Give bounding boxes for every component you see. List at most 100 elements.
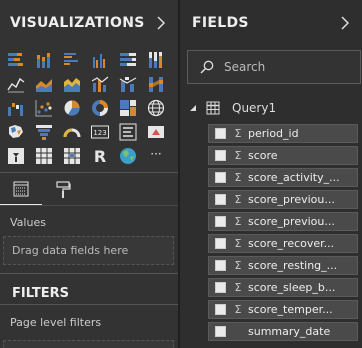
field-name: score_recover... xyxy=(248,237,335,250)
sigma-icon: Σ xyxy=(234,281,242,294)
field-row[interactable]: Σscore_sleep_b... xyxy=(208,278,358,297)
kpi-icon-graphic xyxy=(148,126,164,138)
area-chart-icon[interactable] xyxy=(33,73,55,95)
100-stacked-bar-chart-icon[interactable] xyxy=(117,49,139,71)
field-name: score_sleep_b... xyxy=(248,281,336,294)
field-row[interactable]: Σscore_previou... xyxy=(208,212,358,231)
map-icon[interactable] xyxy=(145,97,167,119)
field-row[interactable]: summary_date xyxy=(208,322,358,341)
line-chart-icon-graphic xyxy=(7,77,25,93)
stacked-bar-chart-icon-graphic xyxy=(8,53,23,66)
clustered-column-chart-icon[interactable] xyxy=(89,49,111,71)
field-checkbox[interactable] xyxy=(215,326,226,337)
stacked-area-chart-icon-graphic xyxy=(64,78,80,92)
stacked-column-chart-icon[interactable] xyxy=(33,49,55,71)
visualizations-title: VISUALIZATIONS xyxy=(10,15,145,31)
card-label: 123 xyxy=(93,129,106,137)
card-icon[interactable]: 123 xyxy=(89,121,111,143)
matrix-icon[interactable] xyxy=(61,145,83,167)
search-icon xyxy=(200,60,214,74)
filled-map-icon[interactable] xyxy=(5,121,27,143)
page-level-filters-drop-area[interactable] xyxy=(3,340,174,348)
line-and-column-chart-icon[interactable] xyxy=(89,73,111,95)
sigma-icon: Σ xyxy=(234,171,242,184)
sigma-icon: Σ xyxy=(234,237,242,250)
expand-triangle-icon[interactable] xyxy=(188,103,198,113)
field-row[interactable]: Σscore_resting_... xyxy=(208,256,358,275)
clustered-bar-chart-icon[interactable] xyxy=(61,49,83,71)
field-name: score_previou... xyxy=(248,193,335,206)
field-row[interactable]: Σscore_recover... xyxy=(208,234,358,253)
scatter-chart-icon[interactable] xyxy=(33,97,55,119)
fields-well-icon xyxy=(13,181,29,196)
waterfall-chart-icon-graphic xyxy=(8,103,23,116)
field-checkbox[interactable] xyxy=(215,282,226,293)
field-checkbox[interactable] xyxy=(215,238,226,249)
funnel-icon-graphic xyxy=(36,125,52,140)
fields-search-box[interactable] xyxy=(187,50,361,84)
field-row[interactable]: Σscore xyxy=(208,146,358,165)
format-tab[interactable] xyxy=(42,174,84,206)
fields-title: FIELDS xyxy=(192,15,249,31)
multi-row-card-icon[interactable] xyxy=(117,121,139,143)
line-chart-icon[interactable] xyxy=(5,73,27,95)
field-checkbox[interactable] xyxy=(215,150,226,161)
field-checkbox[interactable] xyxy=(215,216,226,227)
100-stacked-column-chart-icon[interactable] xyxy=(145,49,167,71)
kpi-icon[interactable] xyxy=(145,121,167,143)
field-checkbox[interactable] xyxy=(215,172,226,183)
matrix-icon-graphic xyxy=(64,148,80,164)
more-label: ··· xyxy=(150,147,161,161)
visualizations-header: VISUALIZATIONS xyxy=(0,0,178,46)
field-row[interactable]: Σscore_activity_... xyxy=(208,168,358,187)
field-row[interactable]: Σscore_previou... xyxy=(208,190,358,209)
pie-chart-icon[interactable] xyxy=(61,97,83,119)
treemap-icon[interactable] xyxy=(117,97,139,119)
fields-header: FIELDS xyxy=(180,0,362,46)
collapse-visualizations-chevron-icon[interactable] xyxy=(154,16,168,30)
field-name: score_resting_... xyxy=(248,259,338,272)
table-icon[interactable] xyxy=(33,145,55,167)
more-options-icon[interactable]: ··· xyxy=(145,145,167,167)
fields-well-tab[interactable] xyxy=(0,174,42,206)
r-visual-icon-graphic: R xyxy=(94,147,106,165)
slicer-icon[interactable] xyxy=(5,145,27,167)
table-node-query1[interactable]: Query1 xyxy=(188,98,276,118)
search-input[interactable] xyxy=(224,60,354,74)
sigma-icon: Σ xyxy=(234,127,242,140)
funnel-icon[interactable] xyxy=(33,121,55,143)
field-name: score_temper... xyxy=(248,303,333,316)
fields-pane: FIELDS Query1 Σperiod_id Σscore Σscore_act… xyxy=(178,0,362,348)
field-row[interactable]: Σscore_temper... xyxy=(208,300,358,319)
r-visual-icon[interactable]: R xyxy=(89,145,111,167)
field-checkbox[interactable] xyxy=(215,194,226,205)
100-stacked-column-chart-icon-graphic xyxy=(149,52,162,68)
donut-chart-icon[interactable] xyxy=(89,97,111,119)
gauge-icon[interactable] xyxy=(61,121,83,143)
sigma-icon: Σ xyxy=(234,193,242,206)
values-drop-area[interactable]: Drag data fields here xyxy=(3,236,174,265)
values-label: Values xyxy=(10,216,46,229)
stacked-column-chart-icon-graphic xyxy=(37,53,50,68)
field-checkbox[interactable] xyxy=(215,304,226,315)
treemap-icon-graphic xyxy=(120,100,136,116)
waterfall-chart-icon[interactable] xyxy=(5,97,27,119)
r-label: R xyxy=(94,147,106,165)
clustered-column-chart-icon-graphic xyxy=(93,54,105,68)
filters-header: FILTERS xyxy=(0,273,178,305)
card-icon-graphic: 123 xyxy=(91,125,109,139)
line-and-clustered-column-chart-icon-graphic xyxy=(119,77,137,92)
line-and-clustered-column-chart-icon[interactable] xyxy=(117,73,139,95)
stacked-area-chart-icon[interactable] xyxy=(61,73,83,95)
visualization-gallery: 123 R ··· xyxy=(5,49,167,168)
line-and-column-chart-icon-graphic xyxy=(91,76,109,92)
scatter-chart-icon-graphic xyxy=(35,100,52,117)
ribbon-chart-icon[interactable] xyxy=(145,73,167,95)
stacked-bar-chart-icon[interactable] xyxy=(5,49,27,71)
collapse-fields-chevron-icon[interactable] xyxy=(338,16,352,30)
field-checkbox[interactable] xyxy=(215,260,226,271)
field-name: score_activity_... xyxy=(248,171,340,184)
globe-map-icon[interactable] xyxy=(117,145,139,167)
field-row[interactable]: Σperiod_id xyxy=(208,124,358,143)
field-checkbox[interactable] xyxy=(215,128,226,139)
